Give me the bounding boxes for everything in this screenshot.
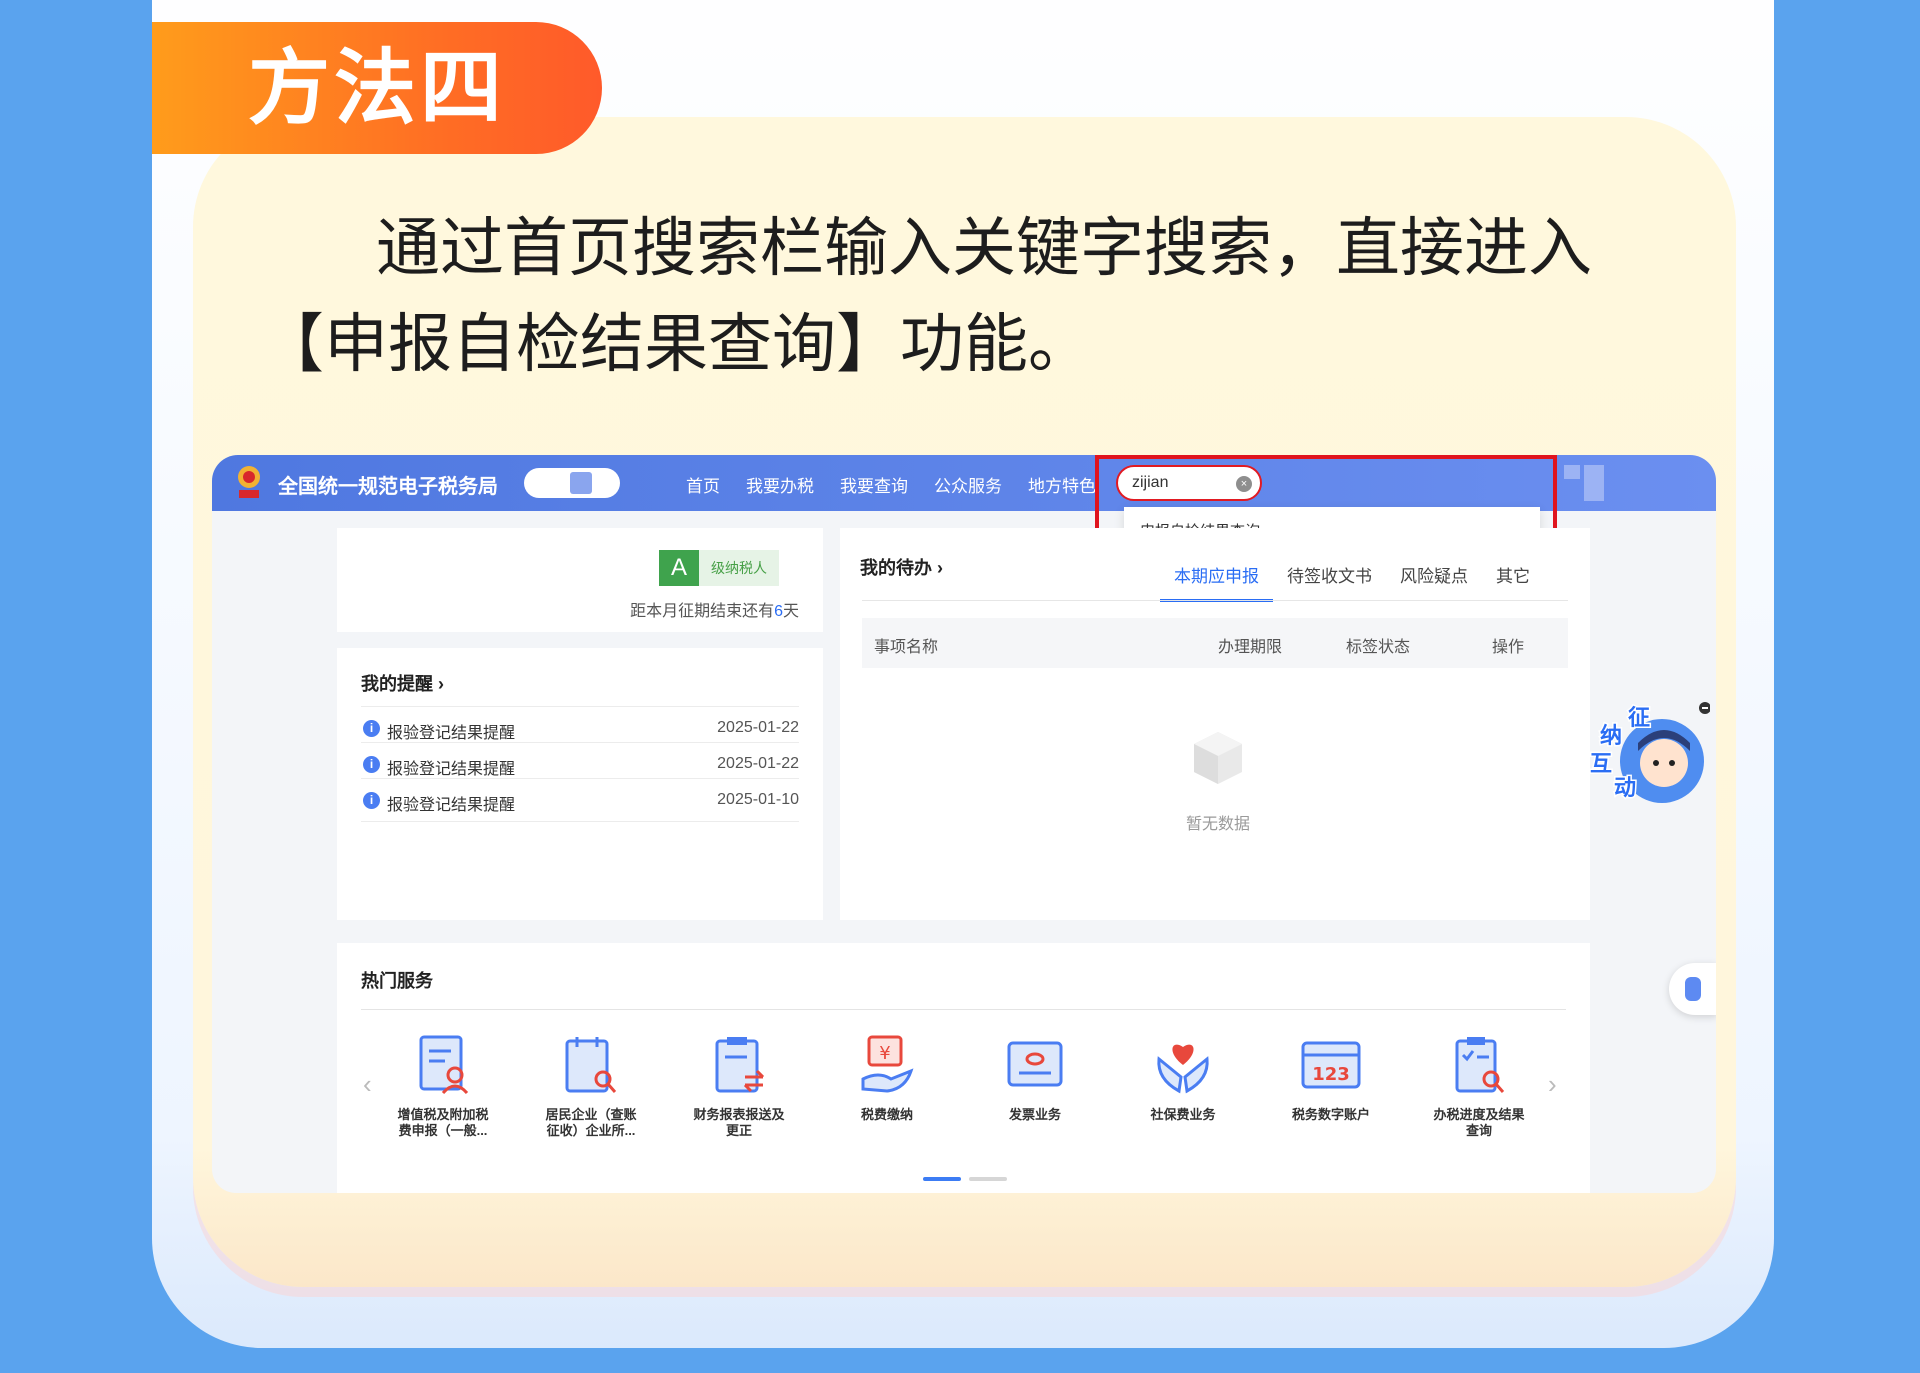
svg-text:征: 征	[1628, 705, 1650, 731]
invoice-icon	[1007, 1041, 1063, 1087]
robot-icon	[1685, 977, 1701, 1001]
tab-divider	[862, 600, 1568, 601]
hot-divider	[361, 1009, 1566, 1010]
svg-text:动: 动	[1614, 776, 1636, 801]
table-header: 事项名称 办理期限 标签状态 操作	[862, 618, 1568, 668]
checklist-search-icon	[1455, 1037, 1505, 1093]
clipboard-exchange-icon	[715, 1037, 765, 1093]
empty-text: 暂无数据	[1185, 816, 1250, 833]
service-social-security[interactable]: 社保费业务	[1123, 1035, 1243, 1123]
dot-1[interactable]	[923, 1177, 961, 1181]
tab-current-declare[interactable]: 本期应申报	[1160, 562, 1273, 602]
document-person-icon	[419, 1035, 469, 1095]
mascot-avatar-icon: 征 纳 互 动	[1589, 702, 1711, 803]
service-tax-payment[interactable]: ¥ 税费缴纳	[827, 1035, 947, 1123]
yuan-hand-icon: ¥	[861, 1035, 914, 1093]
service-corporate-income[interactable]: 居民企业（查账 征收）企业所...	[531, 1035, 651, 1139]
info-icon: i	[363, 756, 380, 773]
todo-panel: 我的待办 › 本期应申报 待签收文书 风险疑点 其它 事项名称 办理期限 标签状…	[840, 528, 1590, 920]
method-badge: 方法四	[152, 22, 602, 154]
mode-toggle[interactable]	[524, 468, 620, 498]
intro-line-1: 通过首页搜索栏输入关键字搜索，直接进入	[376, 212, 1592, 284]
side-float-button[interactable]	[1669, 963, 1716, 1015]
heart-hands-icon	[1157, 1044, 1209, 1094]
nav-item-local[interactable]: 地方特色	[1028, 472, 1096, 497]
svg-text:互: 互	[1590, 752, 1612, 777]
mascot-widget[interactable]: 征 纳 互 动	[1586, 699, 1711, 809]
service-financial-report[interactable]: 财务报表报送及 更正	[679, 1035, 799, 1139]
list-item[interactable]: i 报验登记结果提醒 2025-01-10	[361, 778, 799, 822]
info-icon: i	[363, 720, 380, 737]
todo-tabs: 本期应申报 待签收文书 风险疑点 其它	[1160, 562, 1544, 602]
digital-account-icon: 123	[1301, 1041, 1361, 1089]
info-icon: i	[363, 792, 380, 809]
svg-text:123: 123	[1312, 1064, 1350, 1085]
service-vat-declare[interactable]: 增值税及附加税 费申报（一般...	[383, 1035, 503, 1139]
service-progress-query[interactable]: 办税进度及结果 查询	[1419, 1035, 1539, 1139]
hot-services-title: 热门服务	[361, 971, 433, 991]
empty-box-icon	[1194, 732, 1242, 784]
intro-text: 通过首页搜索栏输入关键字搜索，直接进入 【申报自检结果查询】功能。	[260, 200, 1680, 392]
hot-services-panel: 热门服务 ‹ › 增值税及附加税 费申报（一般... 居民企业（查账 征收）企业所.…	[337, 943, 1590, 1193]
next-arrow-icon[interactable]: ›	[1548, 1069, 1557, 1100]
svg-text:纳: 纳	[1600, 723, 1622, 749]
nav-item-public-service[interactable]: 公众服务	[934, 472, 1002, 497]
tax-portal-screenshot: 全国统一规范电子税务局 首页 我要办税 我要查询 公众服务 地方特色 × 申报自…	[212, 455, 1716, 1193]
grade-label: 级纳税人	[699, 550, 779, 586]
method-heading: 方法四	[248, 43, 507, 134]
prev-arrow-icon[interactable]: ‹	[363, 1069, 372, 1100]
reminders-title[interactable]: 我的提醒 ›	[361, 670, 444, 696]
service-invoice[interactable]: 发票业务	[975, 1035, 1095, 1123]
emblem-icon	[238, 466, 260, 498]
toggle-knob	[570, 472, 592, 494]
tab-risks[interactable]: 风险疑点	[1386, 562, 1482, 602]
deadline-text: 距本月征期结束还有6天	[630, 603, 799, 620]
user-menu-icon[interactable]	[1564, 465, 1608, 511]
intro-line-2: 【申报自检结果查询】功能。	[260, 308, 1092, 380]
nav-item-do-tax[interactable]: 我要办税	[746, 472, 814, 497]
reminders-panel: 我的提醒 › i 报验登记结果提醒 2025-01-22 i 报验登记结果提醒 …	[337, 648, 823, 920]
svg-text:¥: ¥	[879, 1043, 890, 1064]
todo-title[interactable]: 我的待办 ›	[860, 554, 943, 580]
service-tax-digital-account[interactable]: 123 税务数字账户	[1271, 1035, 1391, 1123]
nav-item-query[interactable]: 我要查询	[840, 472, 908, 497]
tab-documents[interactable]: 待签收文书	[1273, 562, 1386, 602]
nav-item-home[interactable]: 首页	[686, 472, 720, 497]
calendar-search-icon	[565, 1037, 617, 1093]
dot-2[interactable]	[969, 1177, 1007, 1181]
tab-other[interactable]: 其它	[1482, 562, 1544, 602]
main-nav: 首页 我要办税 我要查询 公众服务 地方特色	[686, 472, 1096, 497]
grade-badge: A	[659, 550, 699, 586]
site-title[interactable]: 全国统一规范电子税务局	[278, 470, 498, 499]
taxpayer-panel: A 级纳税人 距本月征期结束还有6天	[337, 528, 823, 632]
carousel-dots	[923, 1168, 1015, 1186]
